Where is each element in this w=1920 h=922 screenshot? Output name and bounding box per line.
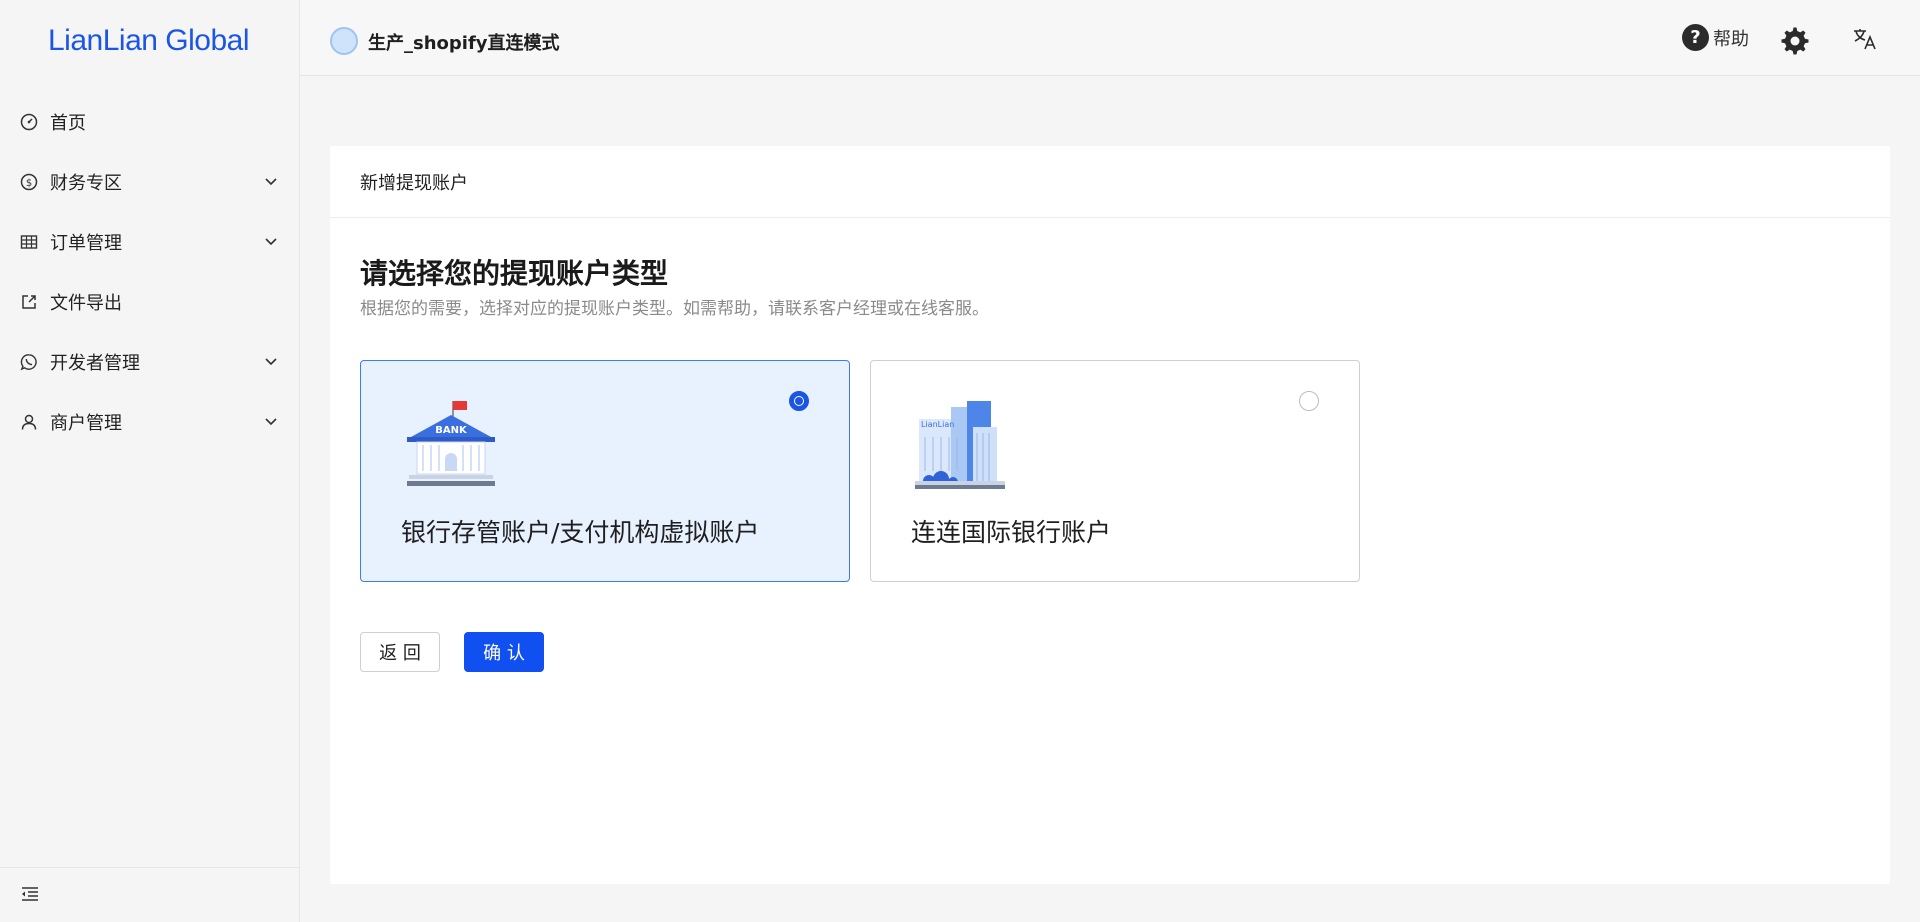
bank-building-icon: BANK [407, 401, 495, 486]
lianlian-image-text: LianLian [921, 420, 954, 429]
sidebar-item-home[interactable]: 首页 [0, 92, 300, 152]
menu-fold-icon[interactable] [20, 884, 40, 904]
translate-icon[interactable] [1852, 26, 1878, 52]
svg-text:$: $ [26, 178, 32, 189]
account-type-option-lianlian[interactable]: LianLian 连连国际银行账户 [870, 360, 1360, 582]
sidebar-item-label: 财务专区 [50, 173, 122, 194]
bank-image-text: BANK [435, 425, 468, 436]
help-label: 帮助 [1713, 28, 1749, 50]
app-title[interactable]: 生产_shopify直连模式 [368, 29, 560, 55]
sidebar-item-finance[interactable]: $ 财务专区 [0, 152, 300, 212]
radio-unselected[interactable] [1299, 391, 1319, 411]
back-button[interactable]: 返 回 [360, 632, 440, 672]
main-card: 新增提现账户 请选择您的提现账户类型 根据您的需要，选择对应的提现账户类型。如需… [330, 146, 1890, 884]
sidebar-divider [0, 867, 300, 868]
dashboard-icon [20, 113, 38, 131]
page-description: 根据您的需要，选择对应的提现账户类型。如需帮助，请联系客户经理或在线客服。 [360, 299, 989, 319]
sidebar-item-orders[interactable]: 订单管理 [0, 212, 300, 272]
option-label: 连连国际银行账户 [911, 518, 1112, 547]
chevron-down-icon [265, 238, 277, 246]
sidebar-item-merchant[interactable]: 商户管理 [0, 392, 300, 452]
chevron-down-icon [265, 178, 277, 186]
chevron-down-icon [265, 418, 277, 426]
sidebar-item-label: 商户管理 [50, 413, 122, 434]
user-icon [20, 413, 38, 431]
top-header: 生产_shopify直连模式 ? 帮助 [300, 0, 1920, 76]
sidebar-item-file-export[interactable]: 文件导出 [0, 272, 300, 332]
help-button[interactable]: ? 帮助 [1682, 24, 1749, 51]
lianlian-building-icon: LianLian [915, 401, 1005, 489]
export-icon [20, 293, 38, 311]
account-type-option-bank[interactable]: BANK 银行存管账户/支付机构虚拟账户 [360, 360, 850, 582]
chevron-down-icon [265, 358, 277, 366]
sidebar-item-label: 文件导出 [50, 293, 122, 314]
question-circle-icon: ? [1682, 24, 1709, 51]
card-title: 新增提现账户 [360, 172, 468, 194]
card-header: 新增提现账户 [330, 146, 1890, 218]
gear-icon[interactable] [1780, 26, 1810, 56]
app-avatar [330, 27, 358, 55]
sidebar-item-label: 订单管理 [50, 233, 122, 254]
option-label: 银行存管账户/支付机构虚拟账户 [401, 518, 760, 547]
page-title: 请选择您的提现账户类型 [360, 257, 669, 290]
sidebar-nav: 首页 $ 财务专区 订单管理 文件导出 开发者管理 商户管理 [0, 92, 300, 452]
sidebar-item-developer[interactable]: 开发者管理 [0, 332, 300, 392]
brand-logo[interactable]: LianLian Global [48, 24, 250, 58]
dollar-circle-icon: $ [20, 173, 38, 191]
confirm-button[interactable]: 确 认 [464, 632, 544, 672]
whatsapp-icon [20, 353, 38, 371]
sidebar: LianLian Global 首页 $ 财务专区 订单管理 文件导出 开发者管… [0, 0, 300, 922]
sidebar-item-label: 首页 [50, 113, 86, 134]
table-icon [20, 233, 38, 251]
radio-selected[interactable] [789, 391, 809, 411]
sidebar-item-label: 开发者管理 [50, 353, 140, 374]
